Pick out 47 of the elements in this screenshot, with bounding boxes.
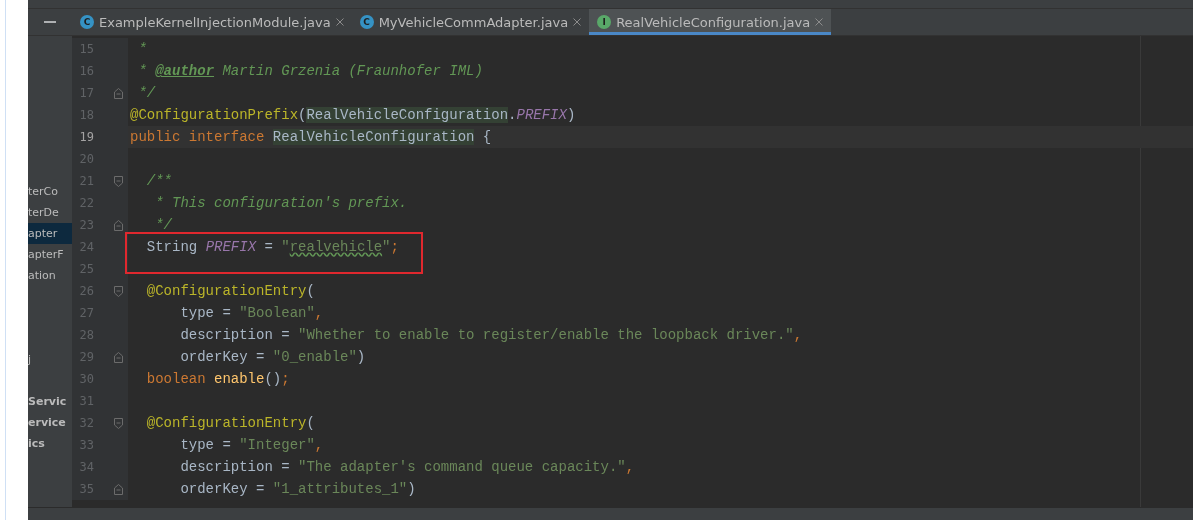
code-line: */ [154,217,172,233]
code-line: orderKey = "0_enable") [179,349,366,365]
file-type-icon: I [597,15,612,29]
code-line: @ConfigurationEntry( [145,283,315,299]
project-tree-item[interactable]: terDe [28,202,72,223]
code-line: description = "The adapter's command queue capacity.", [179,459,635,475]
code-line: public interface RealVehicleConfiguration { [129,129,492,145]
tab-label: RealVehicleConfiguration.java [616,14,811,30]
file-type-icon: C [80,15,94,29]
fold-icon[interactable] [114,285,123,297]
fold-icon[interactable] [114,87,123,99]
tab-label: ExampleKernelInjectionModule.java [99,14,331,30]
file-type-icon: C [359,15,374,29]
fold-icon[interactable] [114,175,123,187]
project-tree-item[interactable]: Servic [28,391,72,412]
code-line: * [137,41,147,57]
close-icon[interactable] [335,18,344,26]
code-line: boolean enable(); [145,371,290,387]
project-tree-item[interactable]: apter [28,223,72,244]
editor-tab[interactable]: I RealVehicleConfiguration.java [589,9,832,35]
project-tree-item[interactable]: j [28,349,72,370]
line-number: 19 [78,130,94,144]
code-line: orderKey = "1_attributes_1") [179,481,416,497]
code-line: type = "Integer", [179,437,324,453]
fold-icon[interactable] [114,351,123,363]
fold-icon[interactable] [114,483,123,495]
project-tree-item[interactable]: apterF [28,244,72,265]
project-tree-item[interactable]: ics [28,433,72,454]
tab-label: MyVehicleCommAdapter.java [378,14,569,30]
project-tree-item[interactable]: ervice [28,412,72,433]
project-tree-item[interactable]: terCo [28,181,72,202]
code-line: /** [145,173,172,189]
code-line: String PREFIX = "realvehicle"; [145,239,399,255]
code-line: * @author Martin Grzenia (Fraunhofer IML) [137,63,483,79]
close-icon[interactable] [573,18,582,26]
fold-icon[interactable] [114,219,123,231]
close-icon[interactable] [815,18,824,26]
fold-icon[interactable] [114,417,123,429]
code-line: * This configuration's prefix. [154,195,408,211]
code-line: type = "Boolean", [179,305,324,321]
editor-tab[interactable]: C ExampleKernelInjectionModule.java [72,9,352,35]
code-line: */ [137,85,156,101]
code-line: @ConfigurationPrefix(RealVehicleConfiguration.PREFIX) [129,107,576,123]
editor-tab[interactable]: C MyVehicleCommAdapter.java [351,9,590,35]
project-tree-item[interactable]: ation [28,265,72,286]
code-line: description = "Whether to enable to register/enable the loopback driver.", [179,327,803,343]
code-line: @ConfigurationEntry( [145,415,315,431]
